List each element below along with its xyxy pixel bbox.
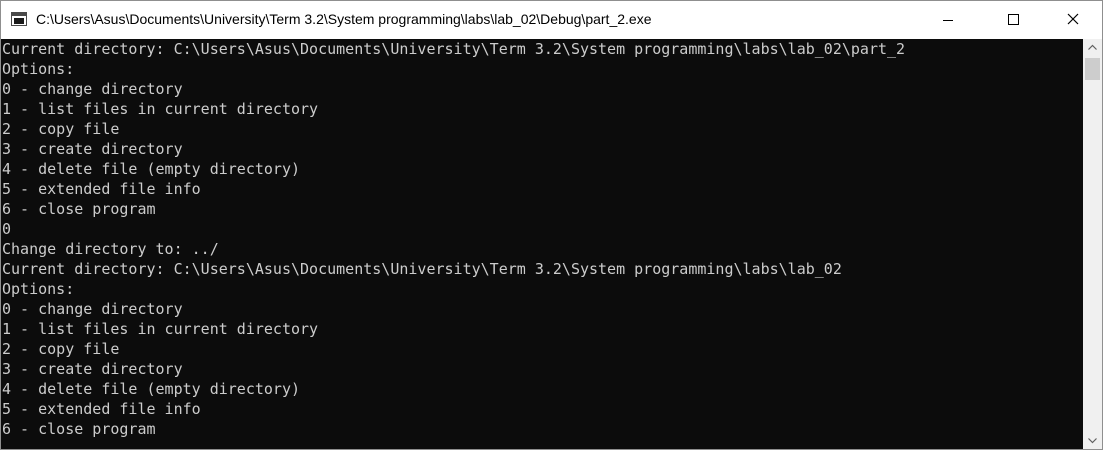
scroll-down-arrow-icon — [1088, 438, 1097, 444]
console-line: 1 - list files in current directory — [2, 100, 319, 118]
minimize-icon — [943, 20, 953, 21]
console-line: 1 - list files in current directory — [2, 320, 319, 338]
window-title: C:\Users\Asus\Documents\University\Term … — [36, 11, 652, 27]
close-icon — [1067, 13, 1079, 25]
console-line: Current directory: C:\Users\Asus\Documen… — [2, 260, 842, 278]
console-line: 3 - create directory — [2, 360, 183, 378]
console-line: Options: — [2, 280, 75, 298]
console-line: 2 - copy file — [2, 120, 120, 138]
console-window: C:\Users\Asus\Documents\University\Term … — [0, 0, 1103, 450]
console-line: 0 — [2, 220, 12, 238]
maximize-button[interactable] — [990, 1, 1036, 39]
console-line: 0 - change directory — [2, 300, 183, 318]
console-line: 4 - delete file (empty directory) — [2, 160, 301, 178]
maximize-icon — [1008, 14, 1019, 25]
console-line: Options: — [2, 60, 75, 78]
console-line: 5 - extended file info — [2, 400, 201, 418]
console-line: 2 - copy file — [2, 340, 120, 358]
console-output[interactable]: Current directory: C:\Users\Asus\Documen… — [1, 39, 1083, 449]
console-line: 4 - delete file (empty directory) — [2, 380, 301, 398]
minimize-button[interactable] — [925, 1, 971, 39]
console-line: 5 - extended file info — [2, 180, 201, 198]
console-line: 6 - close program — [2, 200, 156, 218]
vertical-scrollbar[interactable] — [1083, 39, 1102, 449]
console-line: 3 - create directory — [2, 140, 183, 158]
console-line: 0 - change directory — [2, 80, 183, 98]
close-button[interactable] — [1050, 1, 1096, 39]
scroll-thumb[interactable] — [1085, 58, 1100, 80]
title-bar[interactable]: C:\Users\Asus\Documents\University\Term … — [1, 1, 1102, 39]
console-line: Current directory: C:\Users\Asus\Documen… — [2, 40, 906, 58]
scroll-up-button[interactable] — [1083, 39, 1102, 56]
console-window-icon[interactable] — [11, 12, 27, 26]
scroll-down-button[interactable] — [1083, 432, 1102, 449]
console-line: 6 - close program — [2, 420, 156, 438]
scroll-up-arrow-icon — [1088, 44, 1097, 50]
console-line: Change directory to: ../ — [2, 240, 219, 258]
